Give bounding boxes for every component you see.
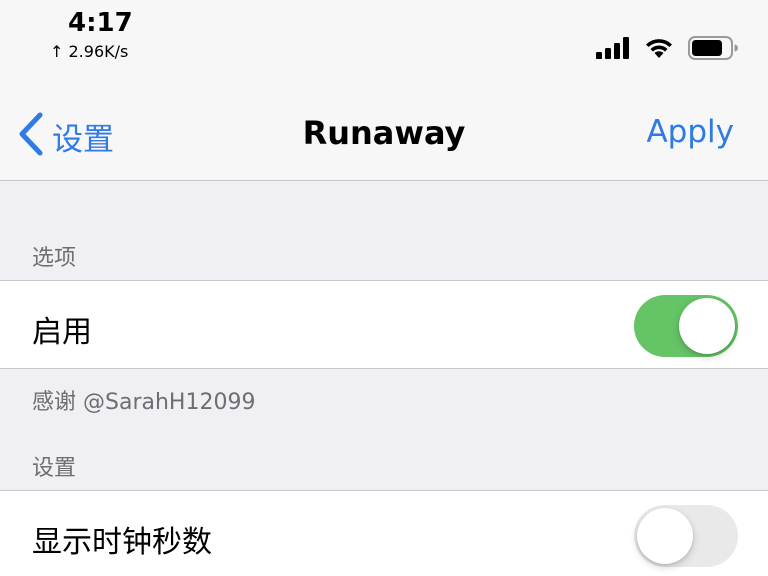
section-header-options: 选项 <box>32 246 77 271</box>
navigation-header: 4:17 ↑ 2.96K/s 设置 Runaway Apply <box>0 0 768 181</box>
network-speed: ↑ 2.96K/s <box>50 42 129 61</box>
show-clock-seconds-row: 显示时钟秒数 <box>0 490 768 576</box>
status-icons <box>596 36 738 64</box>
show-clock-seconds-toggle[interactable] <box>634 505 738 567</box>
apply-button[interactable]: Apply <box>646 114 734 150</box>
toggle-knob <box>679 298 735 354</box>
show-clock-seconds-label: 显示时钟秒数 <box>32 525 212 560</box>
enable-toggle[interactable] <box>634 295 738 357</box>
cellular-signal-icon <box>596 37 630 63</box>
enable-label: 启用 <box>32 315 92 350</box>
battery-icon <box>688 36 738 64</box>
wifi-icon <box>644 37 674 63</box>
toggle-knob <box>637 508 693 564</box>
section-footer-credits: 感谢 @SarahH12099 <box>32 390 256 415</box>
enable-row: 启用 <box>0 280 768 369</box>
settings-screen: 4:17 ↑ 2.96K/s 设置 Runaway Apply 选项 启用 感谢… <box>0 0 768 576</box>
status-time: 4:17 <box>68 8 133 38</box>
section-header-settings: 设置 <box>32 456 77 481</box>
